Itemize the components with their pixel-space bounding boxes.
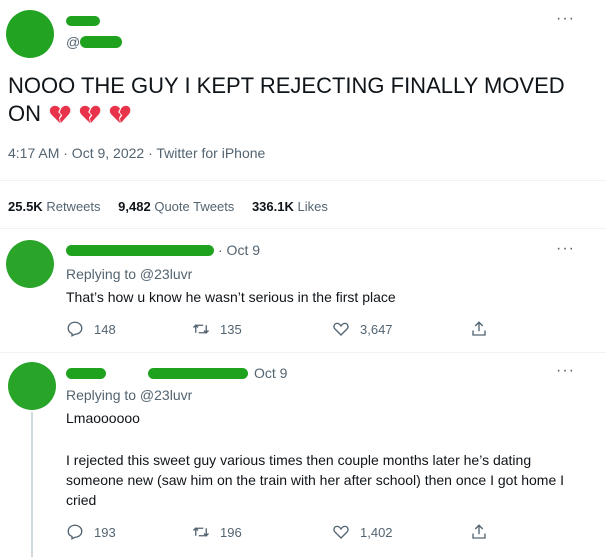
reply-name-redacted[interactable]: [66, 368, 106, 379]
author-handle-prefix[interactable]: @: [66, 34, 80, 50]
divider: [0, 352, 606, 353]
like-icon: [333, 525, 349, 539]
share-action[interactable]: [470, 320, 488, 338]
share-icon: [472, 321, 486, 336]
like-action[interactable]: 1,402: [332, 523, 393, 541]
retweets-label: Retweets: [46, 199, 101, 214]
divider: [0, 228, 606, 229]
retweet-action[interactable]: 135: [192, 320, 242, 338]
reply-avatar[interactable]: [8, 362, 56, 410]
thread-line: [31, 412, 33, 557]
reply-text: That’s how u know he wasn’t serious in t…: [66, 289, 396, 305]
likes-stat[interactable]: 336.1K Likes: [252, 199, 328, 214]
retweet-icon: [193, 527, 209, 537]
replying-to[interactable]: Replying to @23luvr: [66, 387, 192, 403]
quotes-label: Quote Tweets: [154, 199, 235, 214]
reply-avatar[interactable]: [6, 240, 54, 288]
quotes-count: 9,482: [118, 199, 151, 214]
share-icon: [472, 524, 486, 539]
author-name-redacted[interactable]: [66, 16, 100, 26]
reply-text: I rejected this sweet guy various times …: [66, 452, 565, 508]
like-action[interactable]: 3,647: [332, 320, 393, 338]
like-icon: [333, 322, 349, 336]
reply-action[interactable]: 193: [66, 523, 116, 541]
tweet-timestamp[interactable]: 4:17 AM · Oct 9, 2022 · Twitter for iPho…: [8, 145, 265, 161]
like-count: 1,402: [360, 524, 393, 540]
retweet-action[interactable]: 196: [192, 523, 242, 541]
likes-label: Likes: [297, 199, 328, 214]
reply-date[interactable]: · Oct 9: [218, 242, 260, 258]
tweet-stats: 25.5K Retweets 9,482 Quote Tweets 336.1K…: [8, 199, 328, 214]
retweet-count: 135: [220, 321, 242, 337]
more-options-icon[interactable]: ···: [556, 362, 575, 380]
reply-date[interactable]: Oct 9: [254, 365, 287, 381]
reply-icon: [67, 524, 83, 540]
share-action[interactable]: [470, 523, 488, 541]
reply-action[interactable]: 148: [66, 320, 116, 338]
broken-heart-icon: [49, 105, 71, 124]
likes-count: 336.1K: [251, 199, 294, 214]
reply-icon: [67, 321, 83, 337]
broken-heart-icon: [80, 105, 101, 124]
like-count: 3,647: [360, 321, 393, 337]
retweets-stat[interactable]: 25.5K Retweets: [8, 199, 104, 214]
tweet-text: NOOO THE GUY I KEPT REJECTING FINALLY MO…: [8, 72, 598, 128]
author-avatar[interactable]: [6, 10, 54, 58]
reply-text: Lmaoooooo: [66, 410, 140, 426]
tweet-text-line2-wrap: ON: [8, 100, 598, 128]
retweet-icon: [193, 324, 209, 334]
author-handle-redacted[interactable]: [80, 36, 122, 48]
reply-handle-redacted[interactable]: [148, 368, 248, 379]
more-options-icon[interactable]: ···: [556, 240, 575, 258]
reply-count: 148: [94, 321, 116, 337]
more-options-icon[interactable]: ···: [556, 10, 575, 28]
tweet-text-line2: ON: [8, 101, 41, 126]
quotes-stat[interactable]: 9,482 Quote Tweets: [118, 199, 238, 214]
replying-to[interactable]: Replying to @23luvr: [66, 266, 192, 282]
retweet-count: 196: [220, 524, 242, 540]
tweet-text-line1: NOOO THE GUY I KEPT REJECTING FINALLY MO…: [8, 73, 565, 98]
broken-heart-icon: [110, 105, 131, 124]
retweets-count: 25.5K: [8, 199, 43, 214]
broken-heart-emojis: [47, 101, 131, 126]
divider: [0, 180, 606, 181]
reply-name-redacted[interactable]: [66, 245, 214, 256]
reply-count: 193: [94, 524, 116, 540]
